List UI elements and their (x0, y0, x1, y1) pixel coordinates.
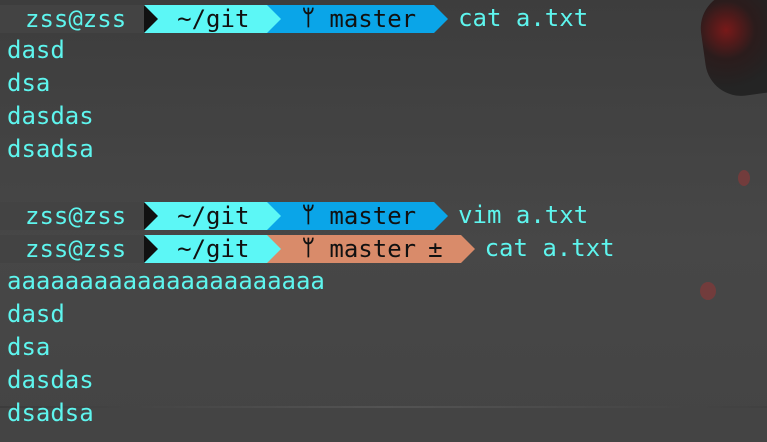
prompt-line: zss@zss ~/git ᛘ master vim a.txt (0, 199, 588, 232)
output-line: dsa (7, 69, 51, 97)
prompt-separator-icon (267, 234, 282, 263)
prompt-separator-icon (434, 4, 449, 33)
branch-text: master (329, 234, 417, 263)
prompt-user-host: zss@zss (0, 234, 159, 263)
prompt-separator-icon (144, 234, 159, 263)
command-text: cat a.txt (484, 234, 615, 262)
prompt-git-branch: ᛘ master (267, 4, 449, 33)
output-line: dsadsa (7, 135, 94, 163)
prompt-separator-icon (144, 201, 159, 230)
wallpaper-seam (0, 406, 767, 408)
prompt-user-host: zss@zss (0, 4, 159, 33)
dirty-marker: ± (428, 234, 443, 263)
wallpaper-mark (700, 282, 716, 300)
prompt-directory: ~/git (144, 234, 282, 263)
prompt-separator-icon (434, 201, 449, 230)
prompt-line: zss@zss ~/git ᛘ master cat a.txt (0, 2, 588, 35)
prompt-separator-icon (144, 4, 159, 33)
branch-text: master (329, 201, 417, 230)
terminal-window[interactable]: zss@zss ~/git ᛘ master cat a.txt dasd ds… (0, 0, 767, 442)
user-host-text: zss@zss (25, 4, 127, 33)
command-text: vim a.txt (458, 201, 589, 229)
git-branch-icon: ᛘ (301, 235, 315, 261)
prompt-separator-icon (267, 4, 282, 33)
user-host-text: zss@zss (25, 201, 127, 230)
prompt-git-branch: ᛘ master (267, 201, 449, 230)
command-text: cat a.txt (458, 4, 589, 32)
directory-text: ~/git (177, 201, 250, 230)
prompt-directory: ~/git (144, 4, 282, 33)
output-line: dsa (7, 333, 51, 361)
output-line: dasd (7, 36, 65, 64)
prompt-line: zss@zss ~/git ᛘ master ± cat a.txt (0, 232, 615, 265)
output-line: dasdas (7, 102, 94, 130)
prompt-separator-icon (267, 201, 282, 230)
prompt-git-branch-dirty: ᛘ master ± (267, 234, 475, 263)
wallpaper-mark (738, 170, 750, 186)
output-line: dasdas (7, 366, 94, 394)
git-branch-icon: ᛘ (301, 202, 315, 228)
user-host-text: zss@zss (25, 234, 127, 263)
output-line: aaaaaaaaaaaaaaaaaaaaaa (7, 267, 325, 295)
directory-text: ~/git (177, 4, 250, 33)
output-line: dasd (7, 300, 65, 328)
wallpaper-figure (696, 0, 767, 101)
git-branch-icon: ᛘ (301, 5, 315, 31)
prompt-user-host: zss@zss (0, 201, 159, 230)
output-line: dsadsa (7, 399, 94, 427)
prompt-directory: ~/git (144, 201, 282, 230)
prompt-separator-icon (460, 234, 475, 263)
branch-text: master (329, 4, 417, 33)
directory-text: ~/git (177, 234, 250, 263)
